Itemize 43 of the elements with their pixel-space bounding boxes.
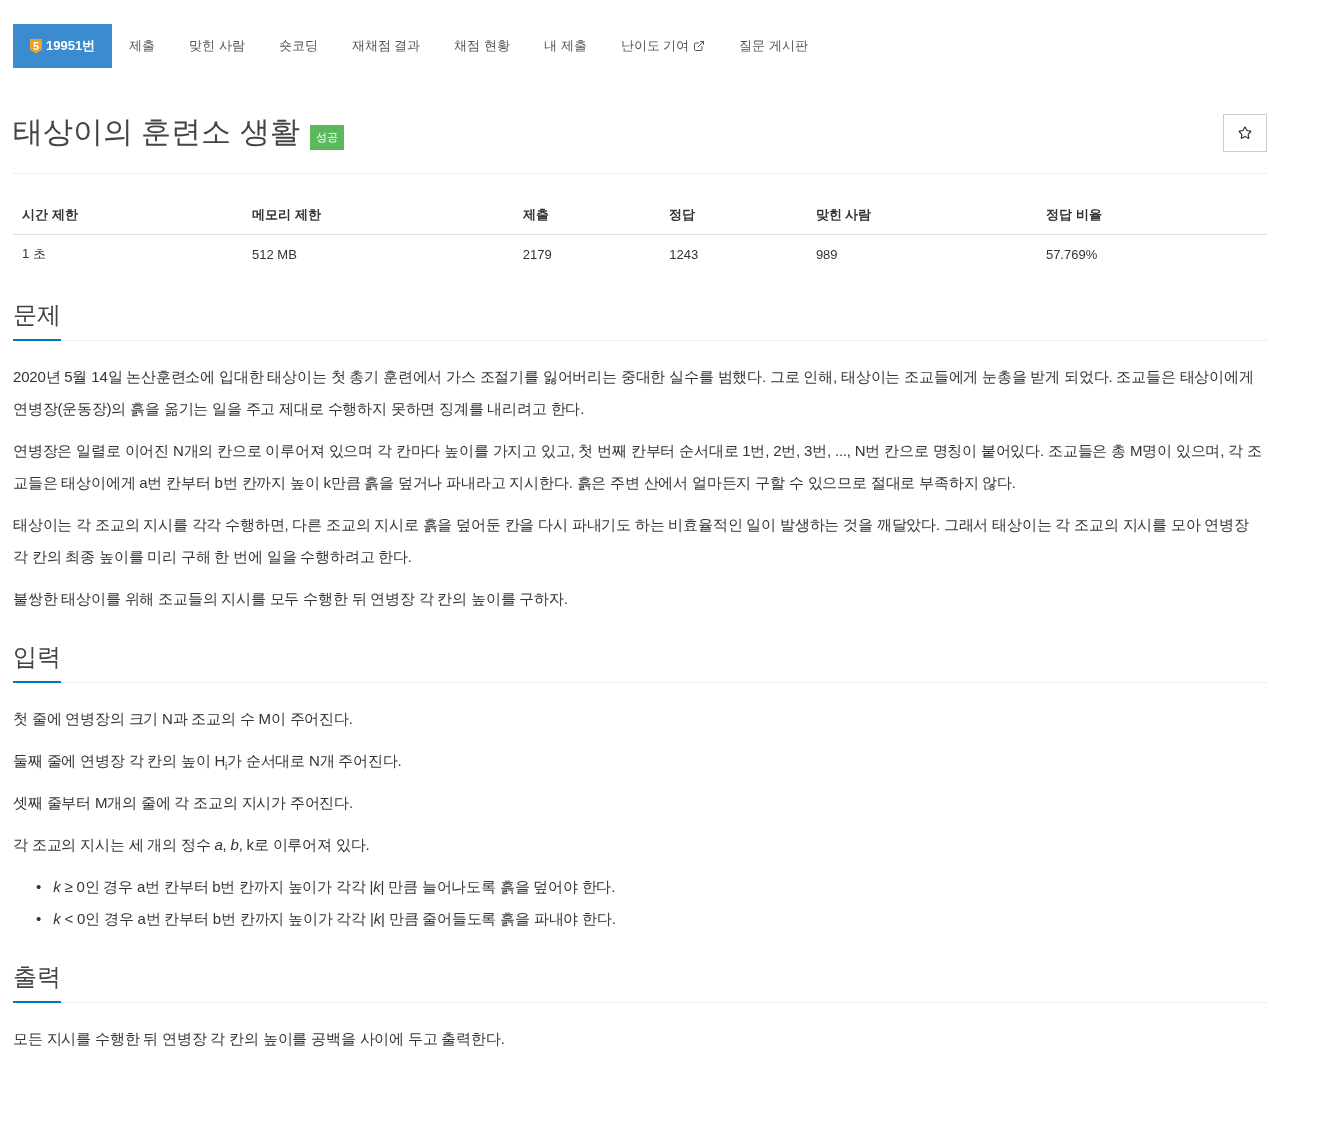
paragraph: 태상이는 각 조교의 지시를 각각 수행하면, 다른 조교의 지시로 흙을 덮어둔 칸을 다시 파내기도 하는 비효율적인 일이 발생하는 것을 깨달았다. 그래서 태상이는 각 조교의 지시를 모아 연병장 각 칸의 최종 높이를 미리 구해 한 번에 일을 수행하려고 한다. (13, 515, 1250, 567)
paragraph: 불쌍한 태상이를 위해 조교들의 지시를 모두 수행한 뒤 연병장 각 칸의 높이를 구하자. (13, 589, 569, 609)
nav-tab[interactable]: 재채점 결과 (334, 24, 438, 68)
section-heading: 출력 (13, 961, 61, 1003)
nav-tab[interactable]: 제출 (112, 24, 173, 68)
paragraph: 모든 지시를 수행한 뒤 연병장 각 칸의 높이를 공백을 사이에 두고 출력한다. (13, 1029, 506, 1049)
column-header: 정답 (660, 194, 807, 235)
nav-tab[interactable]: 채점 현황 (437, 24, 528, 68)
bullet-marker: • (36, 877, 42, 897)
nav-tab[interactable]: 질문 게시판 (722, 24, 825, 68)
paragraph: 연병장은 일렬로 이어진 N개의 칸으로 이루어져 있으며 각 칸마다 높이를 가지고 있고, 첫 번째 칸부터 순서대로 1번, 2번, 3번, ..., N번 칸으로 명칭이 붙어있다. 조교들은 총 M명이 있으며, 각 조교들은 태상이에게 a번 칸부터 b번 칸까지 높이 k만큼 흙을 덮거나 파내라고 지시한다. 흙은 주변 산에서 얼마든지 구할 수 있으므로 절대로 부족하지 않다. (13, 441, 1263, 493)
nav-tab[interactable]: 5 19951번 (13, 24, 113, 68)
paragraph: 2020년 5월 14일 논산훈련소에 입대한 태상이는 첫 총기 훈련에서 가스 조절기를 잃어버리는 중대한 실수를 범했다. 그로 인해, 태상이는 조교들에게 눈총을 받게 되었다. 조교들은 태상이에게 연병장(운동장)의 흙을 옮기는 일을 주고 제대로 수행하지 못하면 징계를 내리려고 한다. (13, 367, 1255, 419)
column-header: 제출 (513, 194, 661, 235)
table-cell: 57.769% (1036, 234, 1267, 273)
table-cell: 1243 (660, 234, 807, 273)
nav-tab[interactable]: 숏코딩 (261, 24, 335, 68)
nav-tab[interactable]: 맞힌 사람 (172, 24, 262, 68)
tier-badge: 5 (30, 38, 42, 54)
column-header: 메모리 제한 (243, 194, 514, 235)
table-cell: 989 (806, 234, 1037, 273)
bullet-marker: • (36, 909, 42, 929)
favorite-button[interactable] (1223, 113, 1267, 152)
nav-tab[interactable]: 난이도 기여 (603, 24, 723, 68)
bullet-item: k ≥ 0인 경우 a번 칸부터 b번 칸까지 높이가 각각 |k| 만큼 늘어나도록 흙을 덮어야 한다. (53, 877, 616, 897)
table-cell: 2179 (513, 234, 661, 273)
star-icon (1238, 125, 1252, 140)
nav-tab[interactable]: 내 제출 (527, 24, 604, 68)
external-link-icon (693, 40, 706, 52)
paragraph: 각 조교의 지시는 세 개의 정수 a, b, k로 이루어져 있다. (13, 835, 371, 855)
column-header: 정답 비율 (1036, 194, 1267, 235)
section-heading: 문제 (13, 299, 61, 341)
paragraph: 첫 줄에 연병장의 크기 N과 조교의 수 M이 주어진다. (13, 709, 354, 729)
result-label: 성공 (309, 125, 344, 150)
column-header: 맞힌 사람 (806, 194, 1037, 235)
problem-title: 태상이의 훈련소 생활 (13, 114, 300, 150)
table-cell: 512 MB (243, 234, 514, 273)
table-cell: 1 초 (13, 234, 244, 273)
section-heading: 입력 (13, 641, 61, 683)
paragraph: 셋째 줄부터 M개의 줄에 각 조교의 지시가 주어진다. (13, 793, 355, 813)
paragraph: 둘째 줄에 연병장 각 칸의 높이 H$_{i}$가 순서대로 N개 주어진다. (13, 751, 403, 774)
bullet-item: k < 0인 경우 a번 칸부터 b번 칸까지 높이가 각각 |k| 만큼 줄어들도록 흙을 파내야 한다. (53, 909, 616, 929)
column-header: 시간 제한 (13, 194, 244, 235)
